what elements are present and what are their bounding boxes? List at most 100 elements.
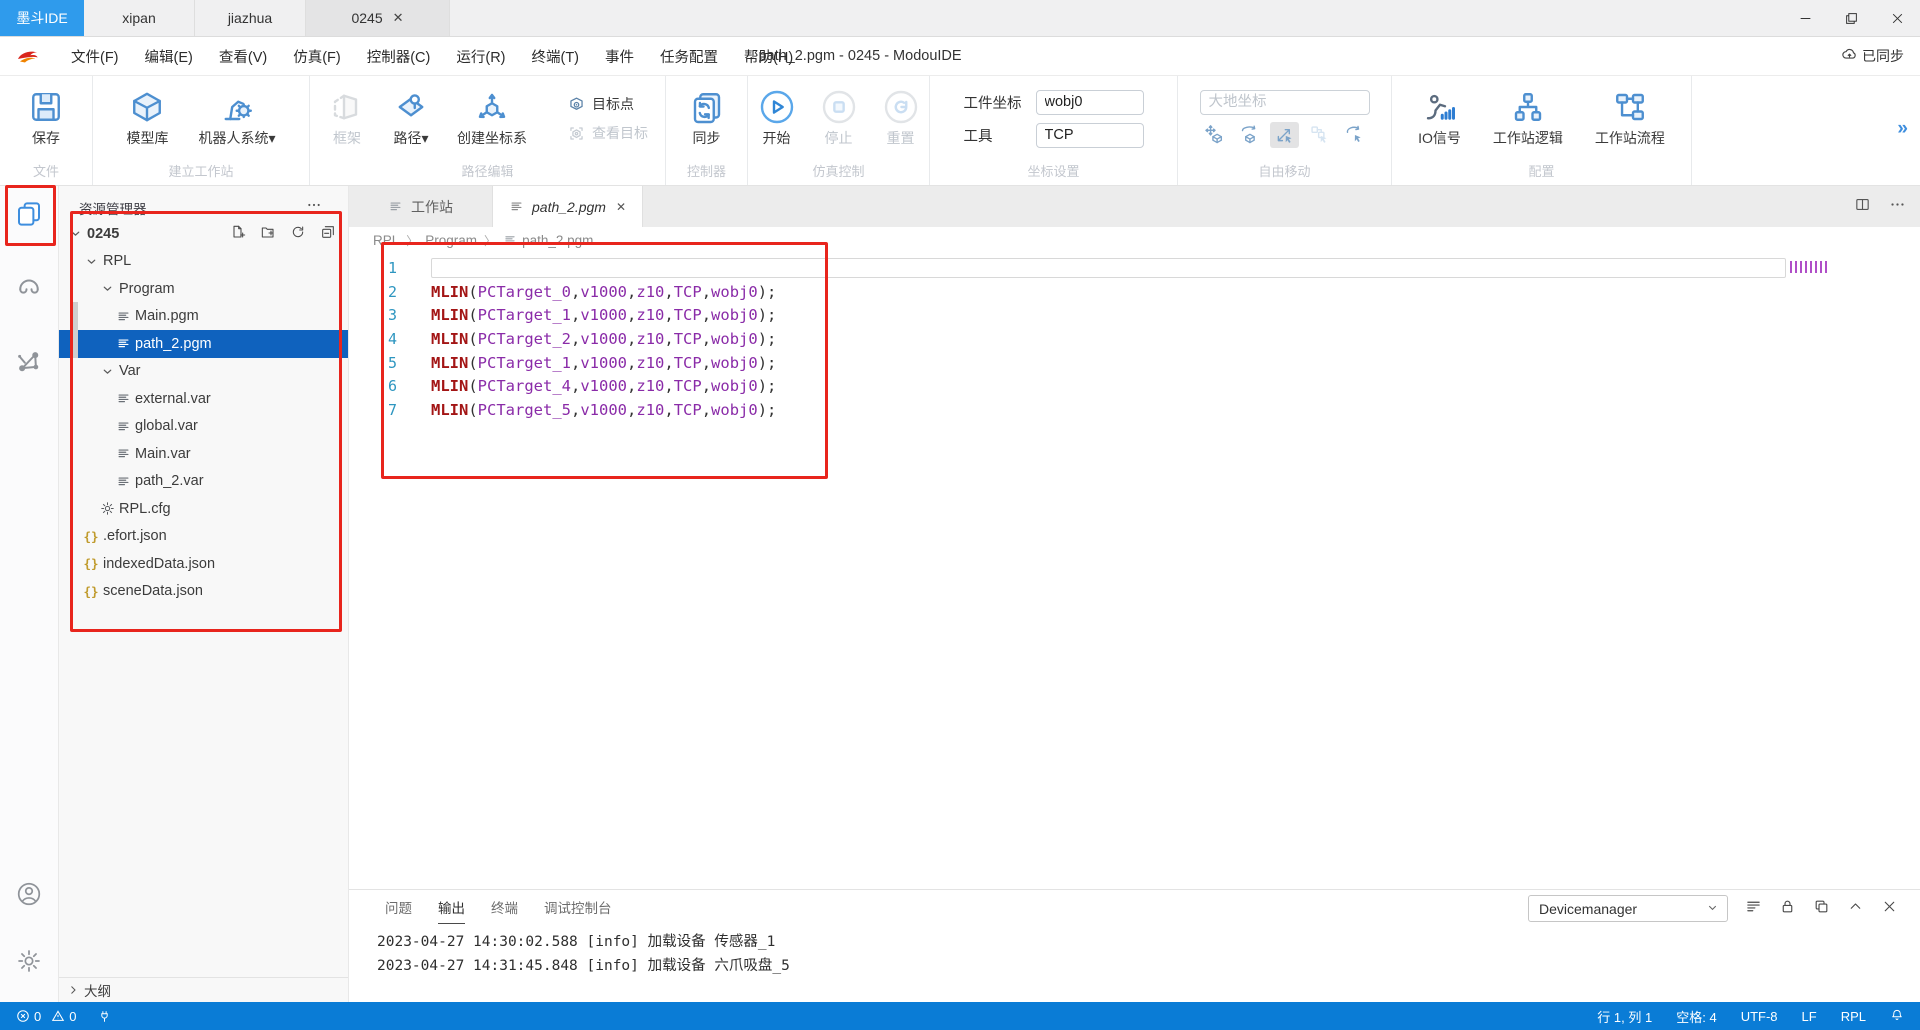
menu-item-2[interactable]: 查看(V) xyxy=(206,46,280,67)
editor-more-icon[interactable] xyxy=(1889,196,1906,218)
menu-item-5[interactable]: 运行(R) xyxy=(443,46,518,67)
tree-item-path_2.var[interactable]: path_2.var xyxy=(59,468,348,496)
sync-status[interactable]: 已同步 xyxy=(1841,46,1904,66)
new-file-icon[interactable] xyxy=(230,224,246,244)
panel-tab-终端[interactable]: 终端 xyxy=(491,890,518,924)
code-line[interactable]: 7MLIN(PCTarget_5,v1000,z10,TCP,wobj0); xyxy=(349,398,1920,422)
breadcrumb-item-path_2.pgm[interactable]: path_2.pgm xyxy=(503,233,593,248)
tree-item-RPL.cfg[interactable]: RPL.cfg xyxy=(59,495,348,523)
tree-item-Var[interactable]: Var xyxy=(59,358,348,386)
plug-icon[interactable] xyxy=(98,1010,111,1023)
problems-indicator[interactable]: 0 0 xyxy=(16,1009,76,1024)
app-tab-0245[interactable]: 0245✕ xyxy=(306,0,450,36)
toolbar-overflow-chevron[interactable]: » xyxy=(1897,118,1908,140)
free-move-move-free-icon[interactable] xyxy=(1200,122,1229,148)
toolbar-button-IO信号[interactable]: IO信号 xyxy=(1416,89,1463,148)
menu-item-7[interactable]: 事件 xyxy=(592,46,647,67)
outline-section[interactable]: 大纲 xyxy=(59,977,348,1002)
tree-item-Program[interactable]: Program xyxy=(59,275,348,303)
line-col-indicator[interactable]: 行 1, 列 1 xyxy=(1597,1007,1652,1026)
tree-item-Main.pgm[interactable]: Main.pgm xyxy=(59,303,348,331)
panel-tab-调试控制台[interactable]: 调试控制台 xyxy=(544,890,612,924)
list-icon[interactable] xyxy=(1745,898,1762,920)
close-icon[interactable] xyxy=(1881,898,1898,920)
activity-account[interactable] xyxy=(16,881,42,912)
chevron-up-icon[interactable] xyxy=(1847,898,1864,920)
toolbar-button-工作站逻辑[interactable]: 工作站逻辑 xyxy=(1491,89,1565,148)
free-move-rotate-cursor-icon[interactable] xyxy=(1340,122,1369,148)
more-actions-icon[interactable] xyxy=(306,197,322,218)
code-line[interactable]: 1 xyxy=(349,256,1920,280)
editor-tab-工作站[interactable]: 工作站 xyxy=(349,186,493,227)
free-move-scale-arrow-icon[interactable] xyxy=(1270,122,1299,148)
close-tab-icon[interactable]: ✕ xyxy=(393,10,404,26)
panel-tab-问题[interactable]: 问题 xyxy=(385,890,412,924)
toolbar-button-路径[interactable]: 路径▾ xyxy=(391,89,431,148)
tool-input[interactable] xyxy=(1036,123,1144,148)
spaces-indicator[interactable]: 空格: 4 xyxy=(1676,1007,1716,1026)
tree-item-external.var[interactable]: external.var xyxy=(59,385,348,413)
toolbar-button-目标点[interactable]: 目标点 xyxy=(567,94,648,114)
code-line[interactable]: 6MLIN(PCTarget_4,v1000,z10,TCP,wobj0); xyxy=(349,374,1920,398)
close-tab-icon[interactable]: ✕ xyxy=(616,200,626,214)
collapse-icon[interactable] xyxy=(320,224,336,244)
code-line[interactable]: 2MLIN(PCTarget_0,v1000,z10,TCP,wobj0); xyxy=(349,280,1920,304)
code-line[interactable]: 3MLIN(PCTarget_1,v1000,z10,TCP,wobj0); xyxy=(349,303,1920,327)
toolbar-button-工作站流程[interactable]: 工作站流程 xyxy=(1593,89,1667,148)
free-move-link-move-icon[interactable] xyxy=(1305,122,1334,148)
menu-item-4[interactable]: 控制器(C) xyxy=(354,46,444,67)
menu-item-6[interactable]: 终端(T) xyxy=(519,46,593,67)
bell-icon[interactable] xyxy=(1890,1008,1904,1025)
close-window-button[interactable] xyxy=(1874,0,1920,36)
toolbar-button-同步[interactable]: 同步 xyxy=(687,89,727,148)
panel-tab-输出[interactable]: 输出 xyxy=(438,890,465,924)
menu-item-3[interactable]: 仿真(F) xyxy=(280,46,354,67)
activity-network[interactable] xyxy=(14,347,44,382)
toolbar-button-停止[interactable]: 停止 xyxy=(819,89,859,148)
lock-icon[interactable] xyxy=(1779,898,1796,920)
toolbar-button-框架[interactable]: 框架 xyxy=(327,89,367,148)
tree-item-indexedData.json[interactable]: {}indexedData.json xyxy=(59,550,348,578)
toolbar-button-开始[interactable]: 开始 xyxy=(757,89,797,148)
editor-tab-path_2.pgm[interactable]: path_2.pgm✕ xyxy=(493,186,643,227)
language-indicator[interactable]: RPL xyxy=(1841,1009,1866,1024)
workpiece-coordinate-input[interactable] xyxy=(1036,90,1144,115)
menu-item-0[interactable]: 文件(F) xyxy=(58,46,132,67)
toolbar-button-查看目标[interactable]: 查看目标 xyxy=(567,123,648,143)
encoding-indicator[interactable]: UTF-8 xyxy=(1741,1009,1778,1024)
split-editor-icon[interactable] xyxy=(1854,196,1871,218)
eol-indicator[interactable]: LF xyxy=(1802,1009,1817,1024)
tree-item-Main.var[interactable]: Main.var xyxy=(59,440,348,468)
copy-icon[interactable] xyxy=(1813,898,1830,920)
free-move-rotate-free-icon[interactable] xyxy=(1235,122,1264,148)
app-tab-xipan[interactable]: xipan xyxy=(84,0,195,36)
activity-settings[interactable] xyxy=(16,948,42,979)
minimize-button[interactable] xyxy=(1782,0,1828,36)
maximize-button[interactable] xyxy=(1828,0,1874,36)
app-tab-jiazhua[interactable]: jiazhua xyxy=(195,0,306,36)
tree-item-path_2.pgm[interactable]: path_2.pgm xyxy=(59,330,348,358)
tree-item-0245[interactable]: 0245 xyxy=(59,220,348,248)
activity-debug[interactable] xyxy=(14,273,44,308)
toolbar-button-保存[interactable]: 保存 xyxy=(26,89,66,148)
tree-item-global.var[interactable]: global.var xyxy=(59,413,348,441)
tree-item-RPL[interactable]: RPL xyxy=(59,248,348,276)
refresh-icon[interactable] xyxy=(290,224,306,244)
activity-explorer[interactable] xyxy=(14,199,44,234)
toolbar-button-重置[interactable]: 重置 xyxy=(881,89,921,148)
device-select[interactable]: Devicemanager xyxy=(1528,895,1728,922)
menu-item-1[interactable]: 编辑(E) xyxy=(132,46,206,67)
code-line[interactable]: 4MLIN(PCTarget_2,v1000,z10,TCP,wobj0); xyxy=(349,327,1920,351)
breadcrumb-item-Program[interactable]: Program xyxy=(425,233,477,248)
toolbar-button-机器人系统[interactable]: 机器人系统▾ xyxy=(196,89,277,148)
app-tab-墨斗IDE[interactable]: 墨斗IDE xyxy=(0,0,84,36)
breadcrumb-item-RPL[interactable]: RPL xyxy=(373,233,399,248)
code-editor[interactable]: 12MLIN(PCTarget_0,v1000,z10,TCP,wobj0);3… xyxy=(349,253,1920,889)
world-coordinate-input[interactable] xyxy=(1200,90,1370,115)
toolbar-button-模型库[interactable]: 模型库 xyxy=(124,89,170,148)
tree-item-.efort.json[interactable]: {}.efort.json xyxy=(59,523,348,551)
toolbar-button-创建坐标系[interactable]: 创建坐标系 xyxy=(455,89,529,148)
tree-item-sceneData.json[interactable]: {}sceneData.json xyxy=(59,578,348,606)
code-line[interactable]: 5MLIN(PCTarget_1,v1000,z10,TCP,wobj0); xyxy=(349,351,1920,375)
new-folder-icon[interactable] xyxy=(260,224,276,244)
